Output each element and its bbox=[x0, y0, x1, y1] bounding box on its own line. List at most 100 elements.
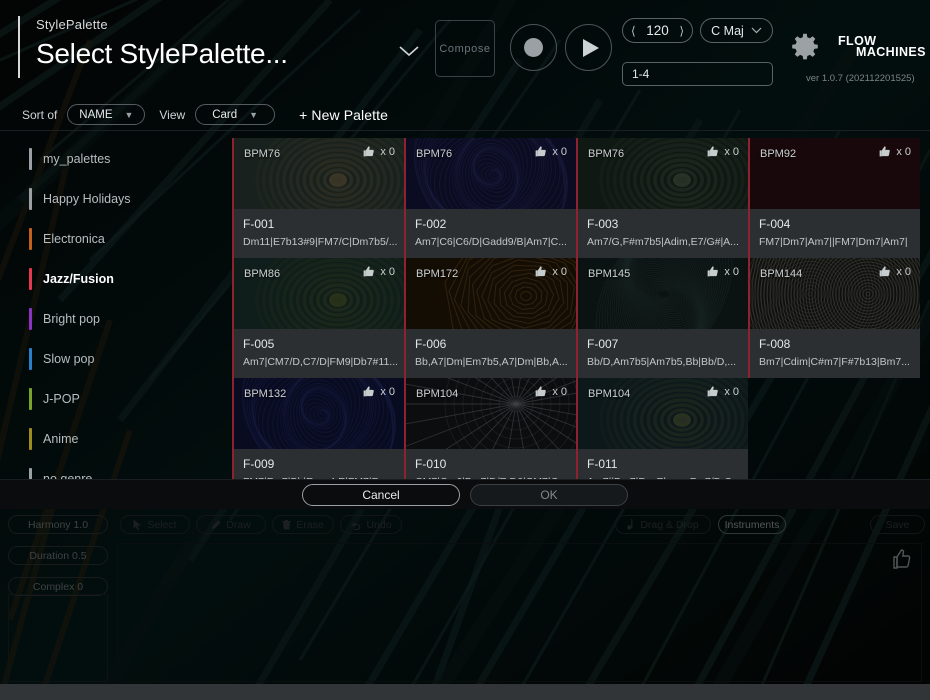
play-button[interactable] bbox=[565, 24, 612, 71]
param-duration-button[interactable]: Duration 0.5 bbox=[8, 546, 108, 565]
tool-label: Drag & Drop bbox=[640, 518, 699, 531]
pencil-icon bbox=[211, 519, 221, 530]
view-select[interactable]: Card ▼ bbox=[195, 104, 276, 125]
key-select[interactable]: C Maj bbox=[700, 18, 773, 43]
thumbs-up-icon[interactable] bbox=[888, 547, 912, 576]
logo-line-2: MACHINES bbox=[856, 45, 926, 59]
like-counter[interactable]: x 0 bbox=[706, 385, 739, 398]
left-side-panel bbox=[8, 594, 108, 682]
palette-name: F-009 bbox=[243, 457, 275, 471]
chevron-down-icon[interactable] bbox=[398, 44, 420, 58]
genre-color-marker bbox=[29, 468, 32, 479]
like-counter[interactable]: x 0 bbox=[534, 385, 567, 398]
sidebar-item-label: my_palettes bbox=[43, 152, 111, 166]
thumbs-up-icon bbox=[363, 266, 375, 277]
tempo-stepper[interactable]: ⟨ 120 ⟩ bbox=[622, 18, 693, 43]
tool-erase-button[interactable]: Erase bbox=[272, 515, 334, 534]
sidebar-item-slow-pop[interactable]: Slow pop bbox=[0, 339, 225, 379]
compose-label: Compose bbox=[439, 42, 491, 55]
app-header: StylePalette Select StylePalette... Comp… bbox=[0, 0, 930, 99]
palette-name: F-004 bbox=[759, 217, 791, 231]
modal-footer: Cancel OK bbox=[0, 479, 930, 509]
sidebar-item-bright-pop[interactable]: Bright pop bbox=[0, 299, 225, 339]
flow-machines-logo: FLOW MACHINES bbox=[838, 35, 926, 59]
sidebar-item-label: Electronica bbox=[43, 232, 105, 246]
sidebar-item-label: Happy Holidays bbox=[43, 192, 131, 206]
record-button[interactable] bbox=[510, 24, 557, 71]
palette-card[interactable]: BPM76 x 0 F-002 Am7|C6|C6/D|Gadd9/B|Am7|C..… bbox=[404, 138, 576, 258]
thumbs-up-icon bbox=[707, 386, 719, 397]
tool-drag-drop-button[interactable]: Drag & Drop bbox=[615, 515, 711, 534]
bpm-label: BPM86 bbox=[244, 268, 281, 280]
palette-card[interactable]: BPM92 x 0 F-004 FM7|Dm7|Am7||FM7|Dm7|Am7| bbox=[748, 138, 920, 258]
palette-meta: F-004 FM7|Dm7|Am7||FM7|Dm7|Am7| bbox=[750, 209, 920, 258]
key-value: C Maj bbox=[711, 23, 744, 38]
palette-card[interactable]: BPM104 x 0 F-010CM7|Cm6|Bm7|D/E,D6|CM7|C bbox=[404, 378, 576, 479]
palette-name: F-008 bbox=[759, 337, 791, 351]
palette-chords: Bb,A7|Dm|Em7b5,A7|Dm|Bb,A... bbox=[415, 356, 568, 368]
genre-sidebar: my_palettes Happy Holidays Electronica Jazz… bbox=[0, 131, 225, 479]
tool-undo-button[interactable]: Undo bbox=[340, 515, 402, 534]
tool-label: Save bbox=[885, 518, 910, 531]
track-canvas[interactable] bbox=[117, 543, 922, 682]
sidebar-item-anime[interactable]: Anime bbox=[0, 419, 225, 459]
sidebar-item-jazz-fusion[interactable]: Jazz/Fusion bbox=[0, 259, 225, 299]
sidebar-item-label: no genre bbox=[43, 472, 93, 479]
sidebar-item-my-palettes[interactable]: my_palettes bbox=[0, 139, 225, 179]
stylepalette-picker: my_palettes Happy Holidays Electronica Jazz… bbox=[0, 131, 930, 479]
tool-instruments-button[interactable]: Instruments bbox=[718, 515, 786, 534]
palette-name: F-010 bbox=[415, 457, 447, 471]
sidebar-item-electronica[interactable]: Electronica bbox=[0, 219, 225, 259]
like-counter[interactable]: x 0 bbox=[534, 145, 567, 158]
chevron-left-icon[interactable]: ⟨ bbox=[631, 24, 636, 38]
view-value: Card bbox=[212, 108, 238, 121]
like-counter[interactable]: x 0 bbox=[362, 385, 395, 398]
palette-card[interactable]: BPM145 x 0 F-007 Bb/D,Am7b5|Am7b5,Bb|Bb/D,.… bbox=[576, 258, 748, 378]
sidebar-item-happy-holidays[interactable]: Happy Holidays bbox=[0, 179, 225, 219]
like-counter[interactable]: x 0 bbox=[362, 145, 395, 158]
sidebar-item-no-genre[interactable]: no genre bbox=[0, 459, 225, 479]
tool-save-button[interactable]: Save bbox=[870, 515, 925, 534]
sort-select[interactable]: NAME ▼ bbox=[67, 104, 146, 125]
bpm-label: BPM172 bbox=[416, 268, 459, 280]
palette-chords: Bb/D,Am7b5|Am7b5,Bb|Bb/D,... bbox=[587, 356, 737, 368]
palette-card[interactable]: BPM104 x 0 F-011Am7||Bm7|Fm,Ebaug,Fm7/D,C bbox=[576, 378, 748, 479]
sidebar-item-j-pop[interactable]: J-POP bbox=[0, 379, 225, 419]
tool-select-button[interactable]: Select bbox=[120, 515, 190, 534]
like-counter[interactable]: x 0 bbox=[706, 145, 739, 158]
palette-card[interactable]: BPM76 x 0 F-003 Am7/G,F#m7b5|Adim,E7/G#|A..… bbox=[576, 138, 748, 258]
palette-card[interactable]: BPM76 x 0 F-001 Dm11|E7b13#9|FM7/C|Dm7b5/..… bbox=[232, 138, 404, 258]
palette-card[interactable]: BPM144 x 0 F-008 Bm7|Cdim|C#m7|F#7b13|Bm7..… bbox=[748, 258, 920, 378]
bpm-label: BPM132 bbox=[244, 388, 287, 400]
like-counter[interactable]: x 0 bbox=[362, 265, 395, 278]
tempo-value: 120 bbox=[646, 23, 669, 38]
palette-card-grid: BPM76 x 0 F-001 Dm11|E7b13#9|FM7/C|Dm7b5/..… bbox=[232, 138, 930, 479]
genre-color-marker bbox=[29, 308, 32, 330]
bars-range-field[interactable]: 1-4 bbox=[622, 62, 773, 86]
bpm-label: BPM145 bbox=[588, 268, 631, 280]
ok-button[interactable]: OK bbox=[470, 483, 628, 506]
thumbs-up-icon bbox=[879, 146, 891, 157]
like-counter[interactable]: x 0 bbox=[706, 265, 739, 278]
palette-meta: F-005 Am7|CM7/D,C7/D|FM9|Db7#11... bbox=[234, 329, 404, 378]
palette-card[interactable]: BPM132 x 0 F-009FM7|Fm7|Bb|Esus4,E|FM7|Fm bbox=[232, 378, 404, 479]
gear-icon[interactable] bbox=[790, 32, 820, 67]
palette-name: F-002 bbox=[415, 217, 447, 231]
like-counter[interactable]: x 0 bbox=[534, 265, 567, 278]
bars-value: 1-4 bbox=[632, 67, 650, 81]
bpm-label: BPM92 bbox=[760, 148, 797, 160]
bpm-label: BPM104 bbox=[588, 388, 631, 400]
palette-card[interactable]: BPM172 x 0 F-006 Bb,A7|Dm|Em7b5,A7|Dm|Bb,A.… bbox=[404, 258, 576, 378]
tool-draw-button[interactable]: Draw bbox=[196, 515, 266, 534]
cancel-button[interactable]: Cancel bbox=[302, 483, 460, 506]
chevron-right-icon[interactable]: ⟩ bbox=[679, 24, 684, 38]
like-counter[interactable]: x 0 bbox=[878, 265, 911, 278]
thumbs-up-icon bbox=[535, 146, 547, 157]
palette-chords: Dm11|E7b13#9|FM7/C|Dm7b5/... bbox=[243, 236, 397, 248]
like-counter[interactable]: x 0 bbox=[878, 145, 911, 158]
palette-card[interactable]: BPM86 x 0 F-005 Am7|CM7/D,C7/D|FM9|Db7#11..… bbox=[232, 258, 404, 378]
sidebar-item-label: J-POP bbox=[43, 392, 80, 406]
compose-button[interactable]: Compose bbox=[435, 20, 495, 77]
new-palette-button[interactable]: + New Palette bbox=[299, 107, 388, 123]
palette-chords: Am7|CM7/D,C7/D|FM9|Db7#11... bbox=[243, 356, 397, 368]
